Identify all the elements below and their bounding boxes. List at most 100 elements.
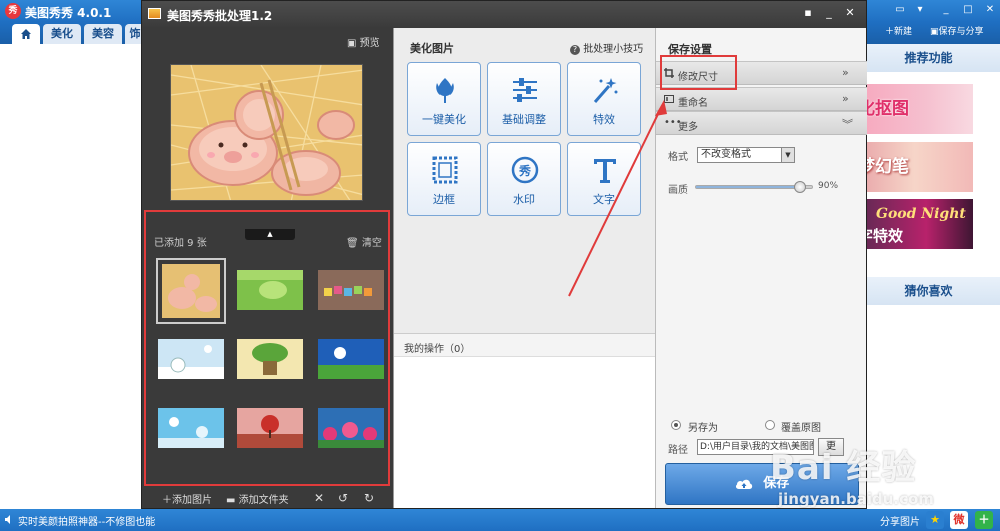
add-folder-button[interactable]: ▬ 添加文件夹 (226, 491, 289, 506)
quality-value: 90% (818, 181, 839, 191)
one-click-beautify-button[interactable]: 一键美化 (407, 62, 481, 136)
tab-beautify[interactable]: 美化 (43, 24, 81, 44)
thumbnail[interactable] (318, 408, 384, 448)
overwrite-label: 覆盖原图 (781, 423, 821, 434)
message-icon[interactable]: ▭ (893, 3, 907, 17)
text-button[interactable]: 文字 (567, 142, 641, 216)
quality-slider[interactable] (695, 181, 813, 193)
recommend-title: 推荐功能 (856, 44, 1000, 72)
preview-icon: ▣ (347, 38, 357, 49)
chevron-right-icon: » (842, 92, 849, 105)
save-share-button[interactable]: ▣保存与分享 (930, 24, 984, 40)
effects-button[interactable]: 特效 (567, 62, 641, 136)
more-section[interactable]: ••• 更多 ︾ (656, 111, 867, 135)
format-select[interactable]: 不改变格式 ▼ (697, 147, 795, 163)
my-operations-header: 我的操作（0） (394, 333, 656, 357)
tips-label: 批处理小技巧 (583, 44, 644, 55)
clear-label: 清空 (361, 238, 382, 249)
help-icon: ? (570, 45, 580, 55)
text-icon (594, 159, 616, 183)
clear-button[interactable]: 🗑 清空 (346, 234, 382, 249)
watermark-icon: 秀 (511, 156, 539, 184)
frame-icon (432, 156, 458, 184)
rename-section[interactable]: 重命名 » (656, 87, 867, 111)
preview-label: 预览 (359, 38, 380, 49)
tool-label: 基础调整 (502, 113, 546, 126)
picture-icon (148, 8, 161, 19)
maximize-icon[interactable]: □ (961, 3, 975, 17)
collapse-up-icon[interactable]: ▲ (245, 229, 295, 240)
status-text[interactable]: 实时美颜拍照神器--不修图也能 (18, 513, 155, 528)
my-operations-label: 我的操作（0） (404, 344, 471, 355)
speaker-icon[interactable] (4, 514, 15, 525)
watermark-logo: Bai 经验 (770, 448, 917, 488)
tool-label: 文字 (593, 193, 615, 206)
promo-subtitle: Good Night (876, 206, 966, 222)
trash-icon: 🗑 (346, 238, 359, 249)
new-button[interactable]: ＋新建 (885, 24, 912, 40)
add-image-button[interactable]: ＋添加图片 (162, 491, 212, 506)
rotate-left-icon[interactable]: ↺ (338, 491, 348, 505)
thumbnail[interactable] (158, 339, 224, 379)
image-list-panel: ▲ 已添加 9 张 🗑 清空 (144, 210, 390, 486)
watermark-button[interactable]: 秀 水印 (487, 142, 561, 216)
watermark-url: jingyan.baidu.com (778, 490, 934, 508)
preview-button[interactable]: ▣ 预览 (347, 34, 380, 49)
preview-image (170, 64, 363, 201)
promo-dream-pen[interactable]: 梦幻笔 (856, 142, 973, 192)
sliders-icon (513, 78, 537, 102)
close-icon[interactable]: ✕ (842, 5, 858, 21)
folder-icon: ▬ (226, 495, 236, 506)
guess-title: 猜你喜欢 (856, 277, 1000, 305)
chevron-right-icon: » (842, 66, 849, 79)
promo-text-effect[interactable]: Good Night 字特效 (856, 199, 973, 249)
menu-icon[interactable]: ▾ (913, 3, 927, 17)
annotation-highlight-box (660, 55, 737, 90)
new-label: 新建 (894, 27, 913, 37)
dialog-titlebar: 美图秀秀批处理1.2 ▪ _ ✕ (142, 1, 866, 27)
chevron-down-icon: ︾ (842, 118, 853, 131)
save-as-label: 另存为 (688, 423, 718, 434)
beautify-title: 美化图片 (410, 42, 454, 55)
tool-label: 一键美化 (422, 113, 466, 126)
save-as-radio[interactable] (671, 420, 681, 430)
thumbnail[interactable] (237, 339, 303, 379)
thumbnail[interactable] (237, 408, 303, 448)
add-folder-label: 添加文件夹 (238, 495, 289, 506)
thumbnail[interactable] (318, 270, 384, 310)
path-label: 路径 (668, 445, 688, 456)
rename-icon (664, 95, 674, 103)
thumbnail[interactable] (237, 270, 303, 310)
minimize-icon[interactable]: _ (821, 5, 837, 21)
thumbnail[interactable] (158, 408, 224, 448)
promo-cutout[interactable]: 化抠图 (856, 84, 973, 134)
dropdown-arrow-icon: ▼ (781, 148, 794, 162)
section-label: 更多 (678, 122, 698, 133)
new-icon: ＋ (885, 27, 895, 37)
bottom-toolbar: ＋添加图片 ▬ 添加文件夹 ✕ ↺ ↻ (144, 489, 390, 507)
minimize-icon[interactable]: _ (939, 3, 953, 17)
main-app-title: 美图秀秀 4.0.1 (25, 6, 112, 20)
save-settings-panel: 保存设置 修改尺寸 » 重命名 » ••• 更多 ︾ 格式 不改变格式 ▼ 画质… (655, 28, 867, 508)
add-image-label: 添加图片 (172, 495, 212, 506)
menu-icon[interactable]: ▪ (800, 5, 816, 21)
pig-tableware-image (171, 65, 362, 200)
plus-icon: ＋ (162, 495, 172, 506)
tab-beauty[interactable]: 美容 (84, 24, 122, 44)
magic-wand-icon (593, 78, 618, 103)
rotate-right-icon[interactable]: ↻ (364, 491, 374, 505)
overwrite-radio[interactable] (765, 420, 775, 430)
basic-adjust-button[interactable]: 基础调整 (487, 62, 561, 136)
add-icon[interactable]: ＋ (975, 511, 993, 529)
format-label: 格式 (668, 152, 688, 163)
close-icon[interactable]: ✕ (983, 3, 997, 17)
thumbnail[interactable] (318, 339, 384, 379)
delete-icon[interactable]: ✕ (314, 491, 324, 505)
quality-slider-thumb[interactable] (794, 181, 807, 193)
thumbnail[interactable] (156, 258, 226, 324)
tips-link[interactable]: ? 批处理小技巧 (570, 40, 643, 55)
home-icon (21, 29, 31, 39)
dialog-title: 美图秀秀批处理1.2 (167, 9, 273, 23)
tab-home[interactable] (12, 24, 40, 44)
frame-button[interactable]: 边框 (407, 142, 481, 216)
